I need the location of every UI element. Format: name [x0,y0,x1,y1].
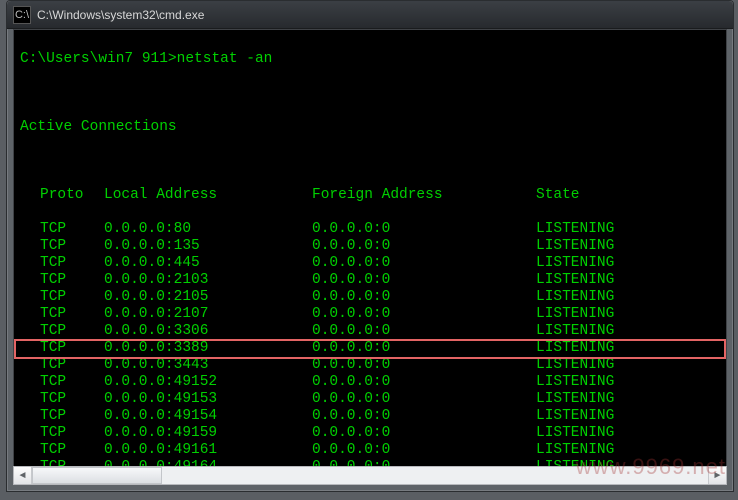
cell-state: LISTENING [536,391,614,408]
cell-foreign: 0.0.0.0:0 [312,238,536,255]
section-title: Active Connections [20,119,177,135]
prompt-command: netstat -an [177,51,273,67]
cell-proto: TCP [40,340,104,357]
cell-state: LISTENING [536,323,614,340]
table-row: TCP0.0.0.0:21030.0.0.0:0LISTENING [20,272,726,289]
cell-proto: TCP [40,306,104,323]
title-bar[interactable]: C:\ C:\Windows\system32\cmd.exe [7,1,733,29]
scroll-thumb[interactable] [32,467,162,484]
cell-foreign: 0.0.0.0:0 [312,357,536,374]
horizontal-scrollbar[interactable]: ◄ ► [13,466,727,485]
cell-local: 0.0.0.0:445 [104,255,312,272]
arrow-right-icon: ► [713,470,723,481]
table-row: TCP0.0.0.0:4450.0.0.0:0LISTENING [20,255,726,272]
cell-proto: TCP [40,272,104,289]
cell-state: LISTENING [536,238,614,255]
blank-line [20,85,726,102]
blank-line [20,153,726,170]
table-row: TCP0.0.0.0:800.0.0.0:0LISTENING [20,221,726,238]
cell-proto: TCP [40,255,104,272]
table-row: TCP0.0.0.0:34430.0.0.0:0LISTENING [20,357,726,374]
cell-state: LISTENING [536,221,614,238]
arrow-left-icon: ◄ [18,470,28,481]
col-header-foreign: Foreign Address [312,187,536,204]
cell-foreign: 0.0.0.0:0 [312,289,536,306]
table-row: TCP0.0.0.0:491530.0.0.0:0LISTENING [20,391,726,408]
cell-foreign: 0.0.0.0:0 [312,442,536,459]
col-header-proto: Proto [40,187,104,204]
cell-local: 0.0.0.0:49152 [104,374,312,391]
cell-local: 0.0.0.0:135 [104,238,312,255]
console-output[interactable]: C:\Users\win7 911>netstat -an Active Con… [14,30,726,466]
cmd-icon: C:\ [13,6,31,24]
table-row: TCP0.0.0.0:491520.0.0.0:0LISTENING [20,374,726,391]
cell-local: 0.0.0.0:2103 [104,272,312,289]
cell-foreign: 0.0.0.0:0 [312,306,536,323]
cell-foreign: 0.0.0.0:0 [312,408,536,425]
table-row: TCP0.0.0.0:491540.0.0.0:0LISTENING [20,408,726,425]
cell-local: 0.0.0.0:49154 [104,408,312,425]
cell-foreign: 0.0.0.0:0 [312,391,536,408]
cell-local: 0.0.0.0:49161 [104,442,312,459]
cell-foreign: 0.0.0.0:0 [312,425,536,442]
table-row: TCP0.0.0.0:33060.0.0.0:0LISTENING [20,323,726,340]
cell-proto: TCP [40,289,104,306]
cell-state: LISTENING [536,357,614,374]
cell-foreign: 0.0.0.0:0 [312,374,536,391]
cell-foreign: 0.0.0.0:0 [312,255,536,272]
cell-local: 0.0.0.0:49159 [104,425,312,442]
cell-state: LISTENING [536,255,614,272]
table-row: TCP0.0.0.0:21070.0.0.0:0LISTENING [20,306,726,323]
col-header-state: State [536,187,580,204]
cell-proto: TCP [40,238,104,255]
cell-state: LISTENING [536,425,614,442]
cell-state: LISTENING [536,340,614,357]
table-row: TCP0.0.0.0:491610.0.0.0:0LISTENING [20,442,726,459]
cell-proto: TCP [40,408,104,425]
table-row: TCP0.0.0.0:491590.0.0.0:0LISTENING [20,425,726,442]
cell-local: 0.0.0.0:2107 [104,306,312,323]
cmd-window: C:\ C:\Windows\system32\cmd.exe C:\Users… [6,0,734,492]
prompt-path: C:\Users\win7 911> [20,51,177,67]
cell-state: LISTENING [536,408,614,425]
cell-proto: TCP [40,357,104,374]
col-header-local: Local Address [104,187,312,204]
cell-foreign: 0.0.0.0:0 [312,272,536,289]
table-row: TCP0.0.0.0:1350.0.0.0:0LISTENING [20,238,726,255]
cell-proto: TCP [40,425,104,442]
cell-foreign: 0.0.0.0:0 [312,340,536,357]
scroll-right-button[interactable]: ► [708,467,726,484]
cell-state: LISTENING [536,272,614,289]
scroll-track[interactable] [32,467,708,484]
cell-local: 0.0.0.0:49153 [104,391,312,408]
client-area: C:\Users\win7 911>netstat -an Active Con… [13,29,727,467]
cell-proto: TCP [40,221,104,238]
cell-foreign: 0.0.0.0:0 [312,221,536,238]
cell-state: LISTENING [536,374,614,391]
window-title: C:\Windows\system32\cmd.exe [37,8,204,22]
cell-foreign: 0.0.0.0:0 [312,323,536,340]
cell-local: 0.0.0.0:3389 [104,340,312,357]
scroll-left-button[interactable]: ◄ [14,467,32,484]
cell-proto: TCP [40,391,104,408]
cell-state: LISTENING [536,306,614,323]
cell-local: 0.0.0.0:2105 [104,289,312,306]
cell-proto: TCP [40,374,104,391]
table-row: TCP0.0.0.0:21050.0.0.0:0LISTENING [20,289,726,306]
cell-local: 0.0.0.0:80 [104,221,312,238]
table-row: TCP0.0.0.0:33890.0.0.0:0LISTENING [20,340,726,357]
cell-state: LISTENING [536,289,614,306]
cell-proto: TCP [40,442,104,459]
cell-proto: TCP [40,323,104,340]
cell-state: LISTENING [536,442,614,459]
cell-local: 0.0.0.0:3306 [104,323,312,340]
cell-local: 0.0.0.0:3443 [104,357,312,374]
